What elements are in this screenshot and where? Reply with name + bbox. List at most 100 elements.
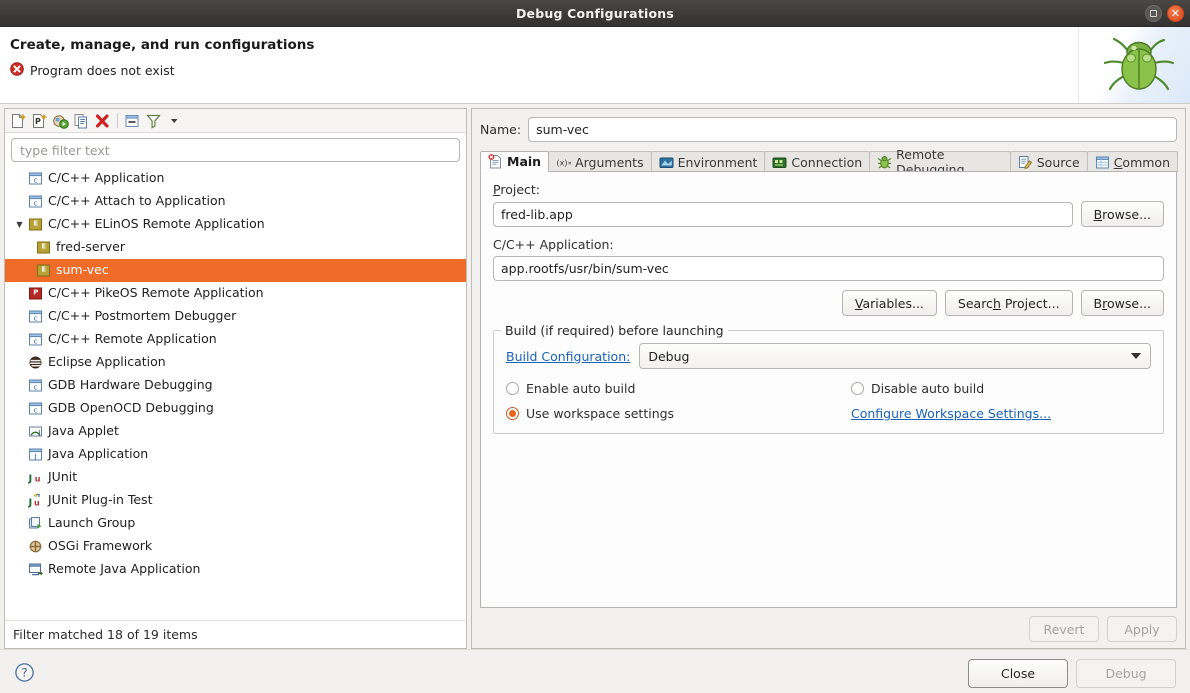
- tree-item-java-application[interactable]: ▸ J Java Application: [5, 443, 466, 466]
- tree-item-c-c-application[interactable]: ▸ c C/C++ Application: [5, 167, 466, 190]
- svg-text:J: J: [28, 474, 32, 485]
- new-prototype-icon[interactable]: P: [30, 111, 49, 130]
- new-launch-group-icon[interactable]: [51, 111, 70, 130]
- radio-disable-auto-build[interactable]: Disable auto build: [851, 381, 1151, 396]
- tree-item-c-c-postmortem-debugger[interactable]: ▸ c C/C++ Postmortem Debugger: [5, 305, 466, 328]
- svg-text:E: E: [41, 265, 46, 273]
- close-button[interactable]: Close: [968, 659, 1068, 688]
- name-label: Name:: [480, 122, 522, 137]
- revert-button[interactable]: Revert: [1029, 616, 1099, 642]
- application-label: C/C++ Application:: [493, 237, 614, 252]
- collapse-all-icon[interactable]: [123, 111, 142, 130]
- close-icon[interactable]: ✕: [1167, 5, 1184, 22]
- remote-java-icon: [27, 562, 44, 577]
- search-input[interactable]: [11, 138, 460, 162]
- toolbar-separator: [117, 113, 118, 128]
- tab-label: Common: [1113, 154, 1170, 170]
- tree-item-c-c-elinos-remote-application[interactable]: ▼ E C/C++ ELinOS Remote Application: [5, 213, 466, 236]
- radio-indicator: [506, 382, 519, 395]
- tree-item-label: GDB OpenOCD Debugging: [48, 400, 214, 416]
- revert-apply-row: Revert Apply: [480, 616, 1177, 642]
- project-input[interactable]: [493, 201, 1073, 227]
- build-configuration-row: Build Configuration: Debug: [506, 343, 1151, 369]
- elinos-icon: E: [35, 263, 52, 278]
- tree-item-c-c-attach-to-application[interactable]: ▸ c C/C++ Attach to Application: [5, 190, 466, 213]
- filter-status: Filter matched 18 of 19 items: [5, 620, 466, 648]
- tree-item-fred-server[interactable]: Efred-server: [5, 236, 466, 259]
- page-title: Create, manage, and run configurations: [10, 37, 315, 53]
- radio-enable-auto-build[interactable]: Enable auto build: [506, 381, 851, 396]
- radio-label: Use workspace settings: [526, 406, 675, 421]
- maximize-icon[interactable]: [1145, 5, 1162, 22]
- svg-text:u: u: [35, 475, 41, 484]
- tree-item-label: OSGi Framework: [48, 538, 153, 554]
- tree-item-osgi-framework[interactable]: ▸ OSGi Framework: [5, 535, 466, 558]
- tree-item-c-c-remote-application[interactable]: ▸ c C/C++ Remote Application: [5, 328, 466, 351]
- tree-item-junit-plug-in-test[interactable]: ▸Ju JUnit Plug-in Test: [5, 489, 466, 512]
- application-browse-button[interactable]: Browse...: [1080, 290, 1164, 316]
- twisty-placeholder: ▸: [13, 197, 26, 206]
- launch-group-icon: [27, 516, 44, 531]
- search-project-button[interactable]: Search Project...: [944, 290, 1073, 316]
- tab-remote-debugging[interactable]: Remote Debugging: [869, 147, 1011, 177]
- twisty-placeholder: ▸: [13, 450, 26, 459]
- tree-item-java-applet[interactable]: ▸ J Java Applet: [5, 420, 466, 443]
- tab-label: Main: [507, 154, 542, 169]
- twisty-placeholder: ▸: [13, 427, 26, 436]
- application-input[interactable]: [493, 256, 1164, 281]
- error-message-text: Program does not exist: [30, 63, 175, 78]
- build-configuration-value: Debug: [648, 348, 690, 364]
- svg-text:J: J: [28, 498, 32, 509]
- tab-connection[interactable]: Connection: [764, 151, 871, 172]
- svg-text:c: c: [34, 314, 38, 322]
- twisty-expanded-icon[interactable]: ▼: [13, 220, 26, 229]
- project-browse-button[interactable]: Browse...: [1080, 201, 1164, 227]
- tree-item-sum-vec[interactable]: Esum-vec: [5, 259, 466, 282]
- java-applet-icon: J: [27, 424, 44, 439]
- apply-button[interactable]: Apply: [1107, 616, 1177, 642]
- main-error-icon: [488, 154, 503, 169]
- tree-item-junit[interactable]: ▸Ju JUnit: [5, 466, 466, 489]
- configure-workspace-settings-link[interactable]: Configure Workspace Settings...: [851, 406, 1051, 421]
- name-row: Name:: [480, 117, 1177, 142]
- filter-box: [5, 133, 466, 166]
- tree-item-gdb-hardware-debugging[interactable]: ▸ c GDB Hardware Debugging: [5, 374, 466, 397]
- twisty-placeholder: ▸: [13, 289, 26, 298]
- debug-button[interactable]: Debug: [1076, 659, 1176, 688]
- tree-item-launch-group[interactable]: ▸ Launch Group: [5, 512, 466, 535]
- chevron-down-icon[interactable]: [165, 111, 184, 130]
- twisty-placeholder: ▸: [13, 473, 26, 482]
- main-tab-panel: Project: Browse... C/C++ Application: Va…: [480, 171, 1177, 608]
- configurations-tree[interactable]: ▸ c C/C++ Application ▸ c C/C++ Attach to App…: [5, 166, 466, 620]
- c-app-icon: c: [27, 171, 44, 186]
- new-config-icon[interactable]: [9, 111, 28, 130]
- tab-arguments[interactable]: (x)= Arguments: [548, 151, 652, 172]
- tree-item-eclipse-application[interactable]: ▸ Eclipse Application: [5, 351, 466, 374]
- tab-label: Connection: [791, 154, 863, 170]
- tree-item-label: C/C++ Attach to Application: [48, 193, 226, 209]
- svg-text:u: u: [34, 499, 40, 508]
- delete-x-icon[interactable]: [93, 111, 112, 130]
- radio-use-workspace-settings[interactable]: Use workspace settings: [506, 406, 851, 421]
- remote-debug-bug-icon: [877, 155, 892, 170]
- svg-text:J: J: [33, 452, 36, 460]
- tab-environment[interactable]: Environment: [650, 151, 766, 172]
- radio-label: Enable auto build: [526, 381, 636, 396]
- name-input[interactable]: [528, 117, 1177, 142]
- tree-item-label: JUnit: [48, 469, 78, 485]
- tree-item-c-c-pikeos-remote-application[interactable]: ▸ P C/C++ PikeOS Remote Application: [5, 282, 466, 305]
- duplicate-icon[interactable]: [72, 111, 91, 130]
- build-configuration-select[interactable]: Debug: [639, 343, 1151, 369]
- tab-main[interactable]: Main: [480, 151, 550, 172]
- filter-funnel-icon[interactable]: [144, 111, 163, 130]
- tab-source[interactable]: Source: [1009, 151, 1088, 172]
- radio-indicator: [851, 382, 864, 395]
- twisty-placeholder: ▸: [13, 381, 26, 390]
- variables-button[interactable]: Variables...: [841, 290, 937, 316]
- build-configuration-label[interactable]: Build Configuration:: [506, 349, 630, 364]
- help-question-icon[interactable]: ?: [14, 662, 35, 686]
- tree-item-remote-java-application[interactable]: ▸ Remote Java Application: [5, 558, 466, 581]
- tree-item-gdb-openocd-debugging[interactable]: ▸ c GDB OpenOCD Debugging: [5, 397, 466, 420]
- tab-common[interactable]: Common: [1086, 151, 1178, 172]
- tab-bar[interactable]: Main (x)= Arguments Environment Connection Re…: [480, 147, 1178, 177]
